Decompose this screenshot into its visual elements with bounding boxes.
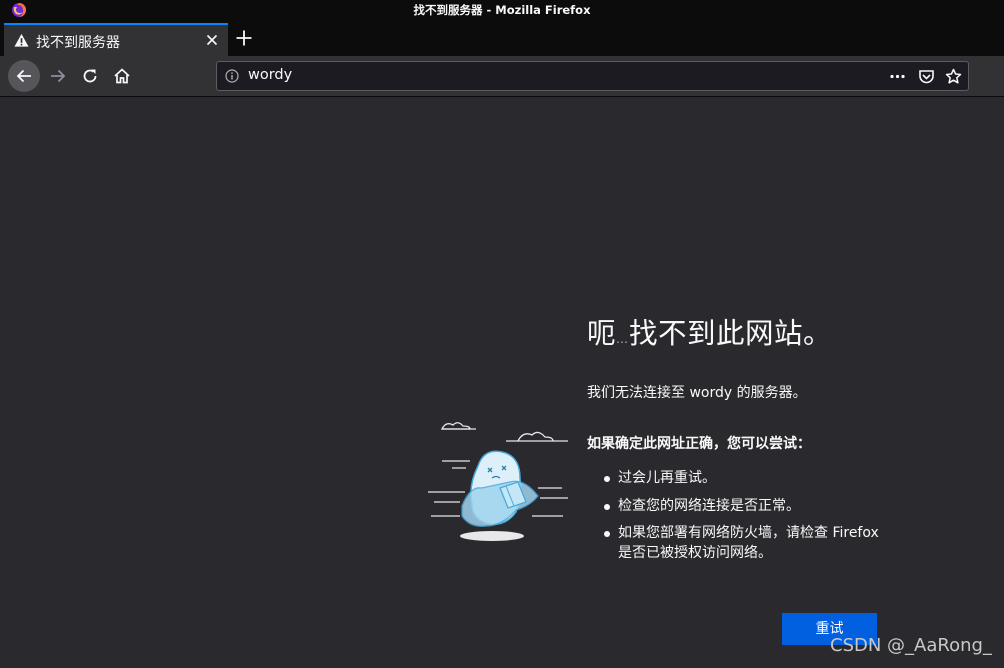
window-title: 找不到服务器 - Mozilla Firefox [413,3,591,17]
warning-icon [14,33,29,47]
error-title: 呃…找不到此网站。 [587,317,833,350]
back-button[interactable] [8,60,40,92]
more-horizontal-icon[interactable] [889,68,906,85]
window-titlebar: 找不到服务器 - Mozilla Firefox [0,0,1004,20]
tab-current[interactable]: 找不到服务器 [4,23,228,56]
new-tab-icon[interactable] [235,29,253,47]
page-content: 呃…找不到此网站。 我们无法连接至 wordy 的服务器。 如果确定此网址正确，… [0,97,1004,668]
error-description: 我们无法连接至 wordy 的服务器。 [587,385,807,401]
arrow-right-icon [51,69,66,83]
home-icon [114,68,130,84]
url-bar[interactable]: wordy [216,61,969,91]
list-item: 如果您部署有网络防火墙，请检查 Firefox 是否已被授权访问网络。 [587,524,887,563]
list-item: 检查您的网络连接是否正常。 [587,497,887,517]
lost-character-illustration [428,422,568,541]
tab-label: 找不到服务器 [36,35,120,51]
suggestion-list: 过会儿再重试。 检查您的网络连接是否正常。 如果您部署有网络防火墙，请检查 Fi… [587,469,987,563]
pocket-icon[interactable] [918,68,935,85]
list-item: 过会儿再重试。 [587,469,887,489]
star-icon[interactable] [945,68,962,85]
suggestion-heading: 如果确定此网址正确，您可以尝试： [587,436,811,452]
tab-strip: 找不到服务器 [0,20,1004,56]
close-icon[interactable] [204,32,220,48]
reload-button[interactable] [74,60,106,92]
reload-icon [83,69,97,83]
watermark: CSDN @_AaRong_ [830,635,992,656]
forward-button[interactable] [42,60,74,92]
home-button[interactable] [106,60,138,92]
info-icon[interactable] [225,69,239,83]
error-panel: 呃…找不到此网站。 我们无法连接至 wordy 的服务器。 如果确定此网址正确，… [587,311,987,571]
navigation-toolbar: wordy [0,56,1004,97]
arrow-left-icon [16,69,31,83]
url-text[interactable]: wordy [248,67,292,83]
